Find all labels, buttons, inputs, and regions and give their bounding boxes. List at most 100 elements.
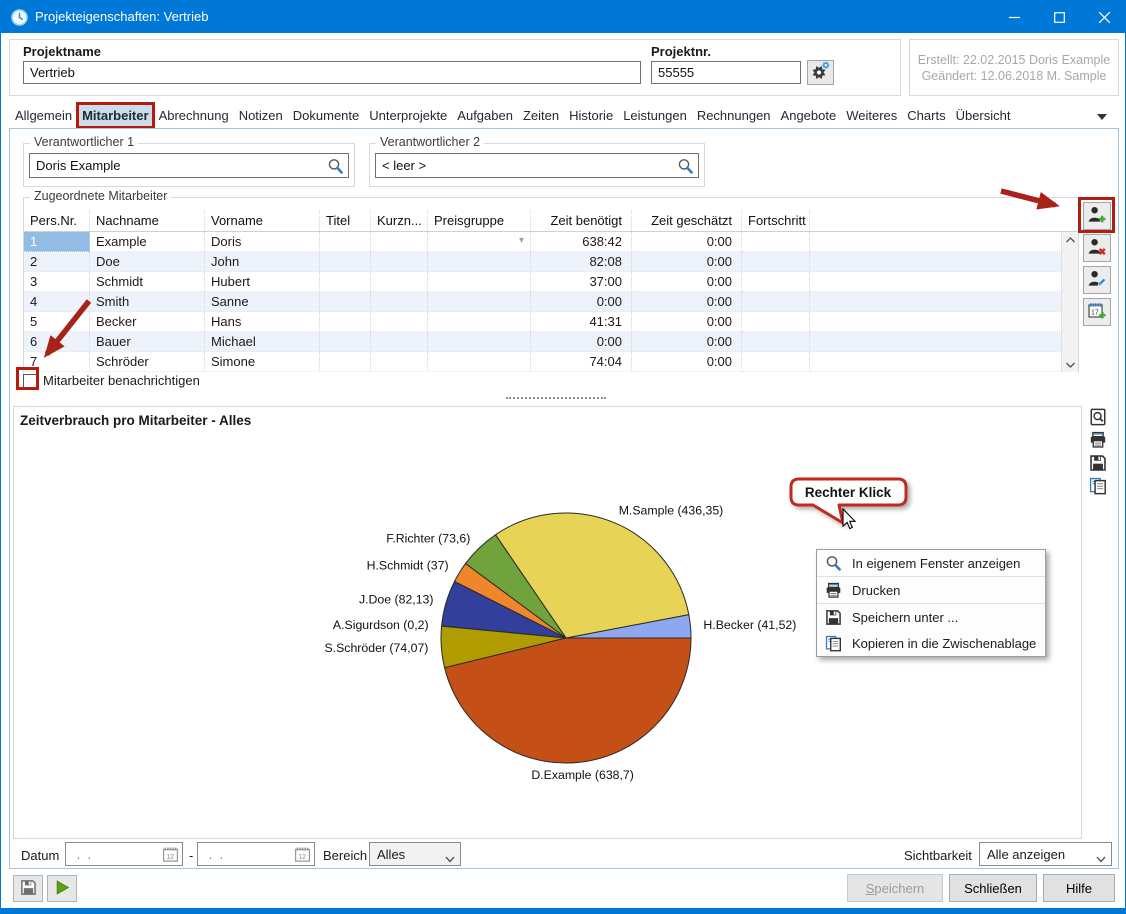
column-header-fortschritt[interactable]: Fortschritt: [742, 210, 810, 231]
date-to-field[interactable]: 12: [197, 842, 315, 866]
edit-employee-button[interactable]: [1083, 266, 1111, 294]
copy-chart-button[interactable]: [1088, 477, 1108, 497]
table-cell-pers_nr[interactable]: 5: [24, 312, 90, 332]
tab-overflow-icon[interactable]: [1097, 109, 1107, 124]
table-cell-nachname[interactable]: Example: [90, 232, 205, 252]
table-cell-vorname[interactable]: Hubert: [205, 272, 320, 292]
tab-abrechnung[interactable]: Abrechnung: [155, 104, 233, 127]
column-header-vorname[interactable]: Vorname: [205, 210, 320, 231]
tab-angebote[interactable]: Angebote: [777, 104, 841, 127]
column-header-zeit_geschaetzt[interactable]: Zeit geschätzt: [632, 210, 742, 231]
table-cell-fortschritt[interactable]: [742, 232, 810, 252]
table-cell-preisgruppe[interactable]: ▾: [428, 232, 531, 252]
column-header-nachname[interactable]: Nachname: [90, 210, 205, 231]
table-cell-titel[interactable]: [320, 332, 371, 352]
column-header-titel[interactable]: Titel: [320, 210, 371, 231]
table-cell-nachname[interactable]: Doe: [90, 252, 205, 272]
table-cell-zeit_benoetigt[interactable]: 82:08: [531, 252, 632, 272]
table-cell-zeit_geschaetzt[interactable]: 0:00: [632, 332, 742, 352]
pie-chart[interactable]: H.Becker (41,52)M.Sample (436,35)F.Richt…: [301, 491, 821, 791]
tab-aufgaben[interactable]: Aufgaben: [453, 104, 517, 127]
table-cell-titel[interactable]: [320, 272, 371, 292]
table-cell-fortschritt[interactable]: [742, 292, 810, 312]
table-cell-kurzname[interactable]: [371, 352, 428, 372]
combo-arrow-icon[interactable]: ▾: [519, 234, 524, 248]
table-cell-preisgruppe[interactable]: [428, 292, 531, 312]
menu-item-kopieren[interactable]: Kopieren in die Zwischenablage: [817, 630, 1045, 656]
search-icon[interactable]: [677, 158, 694, 175]
table-cell-zeit_geschaetzt[interactable]: 0:00: [632, 292, 742, 312]
tab-weiteres[interactable]: Weiteres: [842, 104, 901, 127]
tab-unterprojekte[interactable]: Unterprojekte: [365, 104, 451, 127]
bereich-select[interactable]: Alles: [369, 842, 461, 866]
add-employee-button[interactable]: [1083, 202, 1111, 230]
table-cell-zeit_benoetigt[interactable]: 37:00: [531, 272, 632, 292]
table-cell-titel[interactable]: [320, 312, 371, 332]
menu-item-speichern[interactable]: Speichern unter ...: [817, 604, 1045, 630]
table-cell-kurzname[interactable]: [371, 312, 428, 332]
calendar-icon[interactable]: 12: [294, 846, 311, 863]
project-settings-button[interactable]: [807, 60, 834, 85]
column-header-zeit_benoetigt[interactable]: Zeit benötigt: [531, 210, 632, 231]
add-calendar-entry-button[interactable]: 17: [1083, 298, 1111, 326]
table-cell-fortschritt[interactable]: [742, 252, 810, 272]
tab-zeiten[interactable]: Zeiten: [519, 104, 563, 127]
table-cell-titel[interactable]: [320, 292, 371, 312]
calendar-icon[interactable]: 12: [162, 846, 179, 863]
menu-item-in[interactable]: In eigenem Fenster anzeigen: [817, 550, 1045, 576]
scroll-up-icon[interactable]: [1062, 232, 1079, 247]
tab-historie[interactable]: Historie: [565, 104, 617, 127]
tab-charts[interactable]: Charts: [903, 104, 949, 127]
table-cell-kurzname[interactable]: [371, 272, 428, 292]
close-dialog-button[interactable]: Schließen: [949, 874, 1037, 902]
table-cell-nachname[interactable]: Smith: [90, 292, 205, 312]
table-cell-zeit_benoetigt[interactable]: 638:42: [531, 232, 632, 252]
table-cell-fortschritt[interactable]: [742, 332, 810, 352]
tab-rechnungen[interactable]: Rechnungen: [693, 104, 775, 127]
column-header-pers_nr[interactable]: Pers.Nr.: [24, 210, 90, 231]
table-cell-titel[interactable]: [320, 232, 371, 252]
tab-allgemein[interactable]: Allgemein: [11, 104, 76, 127]
table-cell-preisgruppe[interactable]: [428, 312, 531, 332]
table-cell-fortschritt[interactable]: [742, 312, 810, 332]
help-button[interactable]: Hilfe: [1043, 874, 1115, 902]
employees-table[interactable]: Pers.Nr.NachnameVornameTitelKurzn...Prei…: [24, 210, 1078, 373]
responsible1-input[interactable]: [30, 154, 348, 177]
table-cell-kurzname[interactable]: [371, 332, 428, 352]
run-button[interactable]: [47, 875, 77, 902]
table-cell-vorname[interactable]: John: [205, 252, 320, 272]
quick-save-button[interactable]: [13, 875, 43, 902]
tab-notizen[interactable]: Notizen: [235, 104, 287, 127]
splitter-handle[interactable]: [506, 397, 606, 399]
table-cell-zeit_benoetigt[interactable]: 74:04: [531, 352, 632, 372]
table-cell-preisgruppe[interactable]: [428, 352, 531, 372]
table-cell-kurzname[interactable]: [371, 252, 428, 272]
search-icon[interactable]: [327, 158, 344, 175]
tab-übersicht[interactable]: Übersicht: [952, 104, 1015, 127]
table-cell-fortschritt[interactable]: [742, 272, 810, 292]
table-cell-preisgruppe[interactable]: [428, 332, 531, 352]
date-from-field[interactable]: 12: [65, 842, 183, 866]
responsible2-input[interactable]: [376, 154, 698, 177]
project-name-input[interactable]: [23, 61, 641, 84]
responsible2-field[interactable]: [375, 153, 699, 178]
table-cell-nachname[interactable]: Becker: [90, 312, 205, 332]
column-header-preisgruppe[interactable]: Preisgruppe: [428, 210, 531, 231]
table-cell-vorname[interactable]: Hans: [205, 312, 320, 332]
table-cell-zeit_benoetigt[interactable]: 0:00: [531, 292, 632, 312]
table-cell-zeit_geschaetzt[interactable]: 0:00: [632, 312, 742, 332]
table-cell-vorname[interactable]: Michael: [205, 332, 320, 352]
table-cell-preisgruppe[interactable]: [428, 272, 531, 292]
preview-button[interactable]: [1088, 408, 1108, 428]
table-cell-titel[interactable]: [320, 352, 371, 372]
menu-item-drucken[interactable]: Drucken: [817, 577, 1045, 603]
table-cell-zeit_benoetigt[interactable]: 0:00: [531, 332, 632, 352]
table-cell-preisgruppe[interactable]: [428, 252, 531, 272]
remove-employee-button[interactable]: [1083, 234, 1111, 262]
table-cell-vorname[interactable]: Sanne: [205, 292, 320, 312]
table-cell-pers_nr[interactable]: 3: [24, 272, 90, 292]
table-cell-vorname[interactable]: Simone: [205, 352, 320, 372]
table-cell-zeit_geschaetzt[interactable]: 0:00: [632, 272, 742, 292]
save-button[interactable]: Speichern: [847, 874, 943, 902]
table-cell-nachname[interactable]: Bauer: [90, 332, 205, 352]
